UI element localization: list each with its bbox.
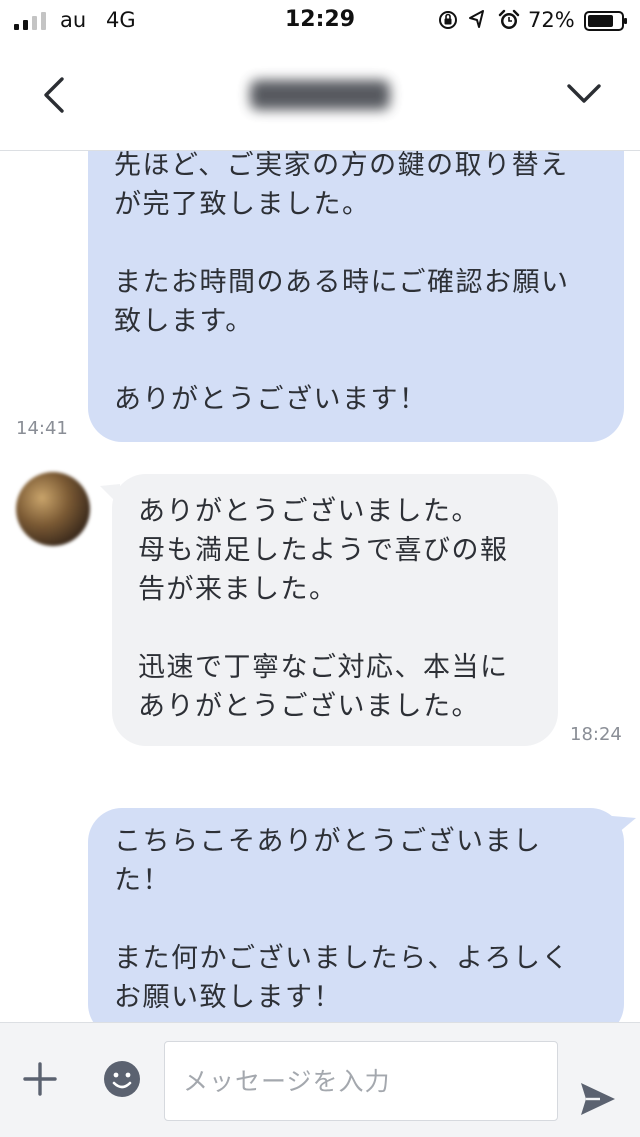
message-bubble-sent[interactable]: こちらこそありがとうございまし た！ また何かございましたら、よろしく お願い致… [88,808,624,1022]
message-time: 14:41 [16,418,68,439]
send-icon[interactable] [578,1079,618,1119]
message-time: 18:24 [570,724,622,745]
chevron-down-icon[interactable] [564,78,604,108]
system-status-icons [439,9,520,29]
location-icon [469,10,484,28]
emoji-icon[interactable] [102,1059,142,1099]
message-bubble-sent[interactable]: 先ほど、ご実家の方の鍵の取り替え が完了致しました。 またお時間のある時にご確認… [88,150,624,442]
contact-name-blurred [250,80,390,110]
message-input[interactable] [164,1041,558,1121]
battery-percent: 72% [528,8,575,32]
rotation-lock-icon [439,11,457,29]
chat-header [0,40,640,151]
message-bubble-received[interactable]: ありがとうございました。 母も満足したようで喜びの報 告が来ました。 迅速で丁寧… [112,474,558,746]
back-button[interactable] [38,74,68,116]
message-list[interactable]: 先ほど、ご実家の方の鍵の取り替え が完了致しました。 またお時間のある時にご確認… [0,150,640,1022]
message-composer [0,1022,640,1137]
plus-icon[interactable] [22,1061,58,1097]
alarm-icon [498,9,520,29]
battery-icon [584,11,627,31]
avatar[interactable] [16,472,90,546]
status-bar: au 4G 12:29 72% [0,0,640,40]
